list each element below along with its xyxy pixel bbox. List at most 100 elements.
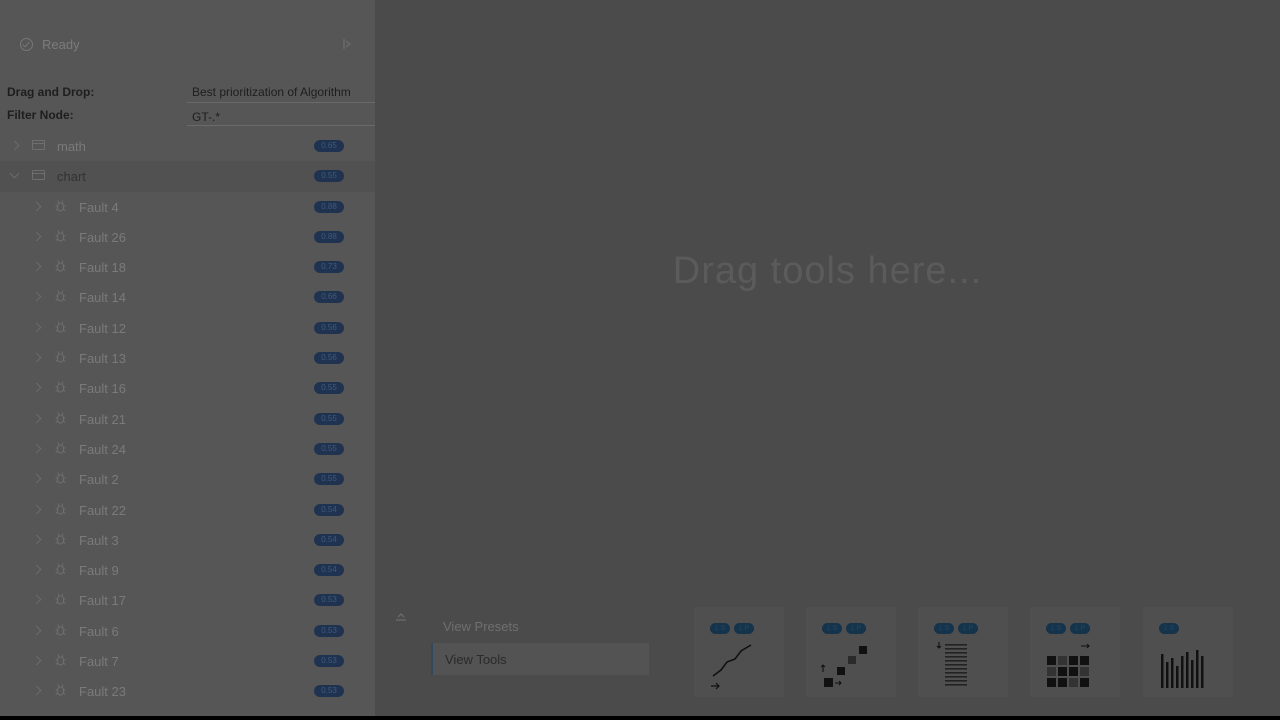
tree-item-label: Fault 17 [79, 593, 126, 609]
tree-item[interactable]: Fault 24 0.55 [0, 434, 375, 464]
chevron-right-icon[interactable] [31, 473, 42, 484]
tree-item[interactable]: Fault 14 0.66 [0, 282, 375, 312]
folder-icon [32, 140, 45, 150]
tool-badge: 1 P [958, 623, 978, 634]
chevron-right-icon[interactable] [31, 261, 42, 272]
drag-and-drop-row: Drag and Drop: Best prioritization of Al… [0, 81, 375, 103]
bug-icon [55, 472, 66, 484]
chevron-right-icon[interactable] [31, 655, 42, 666]
tree-item[interactable]: Fault 3 0.54 [0, 525, 375, 555]
tree-item-label: Fault 14 [79, 290, 126, 306]
chevron-down-icon[interactable] [9, 168, 20, 179]
tree-group[interactable]: chart 0.55 [0, 161, 375, 192]
score-badge: 0.88 [314, 200, 344, 213]
status-text: Ready [42, 37, 80, 52]
tool-badges: 1 S 1 P [710, 623, 758, 635]
tree-item-label: Fault 24 [79, 441, 126, 457]
tree-item-label: math [57, 139, 86, 154]
tree-item[interactable]: Fault 9 0.54 [0, 555, 375, 585]
bug-icon [55, 684, 66, 696]
tool-badges: 1 S [1159, 623, 1183, 635]
chevron-right-icon[interactable] [31, 382, 42, 393]
tree-item-label: Fault 2 [79, 472, 119, 488]
tree-item[interactable]: Fault 12 0.56 [0, 313, 375, 343]
bug-icon [55, 593, 66, 606]
chevron-right-icon[interactable] [31, 564, 42, 575]
tool-badge: 1 P [734, 623, 754, 634]
step-chart-icon [821, 646, 867, 687]
score-badge: 0.54 [314, 503, 344, 516]
tree-item[interactable]: Fault 17 0.53 [0, 585, 375, 615]
score-badge: 0.66 [314, 291, 344, 304]
line-chart-icon [711, 644, 752, 690]
chevron-right-icon[interactable] [31, 625, 42, 636]
score-badge: 0.56 [314, 321, 344, 334]
tree-item-label: Fault 12 [79, 320, 126, 336]
bar-chart-icon [1161, 650, 1204, 688]
collapse-panel-icon[interactable] [395, 612, 407, 622]
tree-item-label: Fault 3 [79, 532, 119, 548]
tree-item[interactable]: Fault 6 0.53 [0, 616, 375, 646]
chevron-right-icon[interactable] [31, 231, 42, 242]
tool-card-line-chart[interactable]: 1 S 1 P [694, 607, 784, 697]
tool-card-bar-chart[interactable]: 1 S [1143, 607, 1233, 697]
tab-view-presets[interactable]: View Presets [431, 610, 649, 642]
tool-badge: 1 S [1159, 623, 1179, 634]
filter-node-row: Filter Node: [0, 104, 375, 126]
tool-badge: 1 S [710, 623, 730, 634]
stacked-bars-icon [936, 642, 967, 686]
chevron-right-icon[interactable] [31, 201, 42, 212]
bug-icon [55, 321, 66, 333]
tree-item-label: Fault 18 [79, 260, 126, 276]
score-badge: 0.55 [314, 170, 344, 183]
chevron-right-icon[interactable] [31, 322, 42, 333]
chevron-right-icon[interactable] [9, 140, 20, 151]
chevron-right-icon[interactable] [31, 292, 42, 302]
grid-matrix-icon [1047, 643, 1090, 687]
tab-view-tools[interactable]: View Tools [431, 643, 649, 675]
tree-item-label: Fault 26 [79, 229, 126, 245]
tree-item[interactable]: Fault 26 0.88 [0, 222, 375, 252]
tree-group[interactable]: math 0.65 [0, 131, 375, 161]
bug-icon [55, 199, 66, 212]
pin-panel-icon[interactable] [342, 37, 352, 51]
tool-card-grid-matrix[interactable]: 1 S 1 P [1030, 607, 1120, 697]
score-badge: 0.55 [314, 442, 344, 455]
chevron-right-icon[interactable] [31, 443, 42, 454]
score-badge: 0.73 [314, 261, 344, 274]
tree-item[interactable]: Fault 23 0.53 [0, 676, 375, 706]
chevron-right-icon[interactable] [31, 504, 42, 515]
score-badge: 0.55 [314, 382, 344, 395]
chevron-right-icon[interactable] [31, 352, 42, 363]
filter-node-input[interactable] [187, 104, 375, 126]
algorithm-select[interactable]: Best prioritization of Algorithm [187, 81, 375, 103]
tree-item-label: chart [57, 169, 86, 185]
bug-icon [55, 563, 66, 575]
drag-and-drop-label: Drag and Drop: [7, 85, 95, 99]
tree-item[interactable]: Fault 2 0.55 [0, 464, 375, 494]
tree-item[interactable]: Fault 4 0.88 [0, 192, 375, 222]
tool-badge: 1 S [934, 623, 954, 634]
tree-item[interactable]: Fault 18 0.73 [0, 252, 375, 282]
chevron-right-icon[interactable] [31, 413, 42, 424]
tree-item[interactable]: Fault 22 0.54 [0, 495, 375, 525]
filter-node-label: Filter Node: [7, 108, 74, 122]
chevron-right-icon[interactable] [31, 595, 42, 605]
folder-icon [32, 170, 45, 181]
tool-badges: 1 S 1 P [1046, 623, 1094, 635]
tree-item[interactable]: Fault 7 0.53 [0, 646, 375, 676]
tool-card-step-chart[interactable]: 1 S 1 P [806, 607, 896, 697]
tree-item[interactable]: Fault 13 0.56 [0, 343, 375, 373]
bug-icon [55, 230, 66, 242]
bug-icon [55, 290, 66, 303]
tree-item-label: Fault 7 [79, 654, 119, 670]
tree-item[interactable]: Fault 16 0.55 [0, 373, 375, 403]
chevron-right-icon[interactable] [31, 534, 42, 545]
drop-zone-hint: Drag tools here... [672, 250, 983, 292]
tool-card-stacked-bars[interactable]: 1 S 1 P [918, 607, 1008, 697]
score-badge: 0.56 [314, 352, 344, 365]
bug-icon [55, 533, 66, 545]
tree-item-label: Fault 16 [79, 381, 126, 397]
tree-item[interactable]: Fault 21 0.55 [0, 404, 375, 434]
chevron-right-icon[interactable] [31, 685, 42, 696]
